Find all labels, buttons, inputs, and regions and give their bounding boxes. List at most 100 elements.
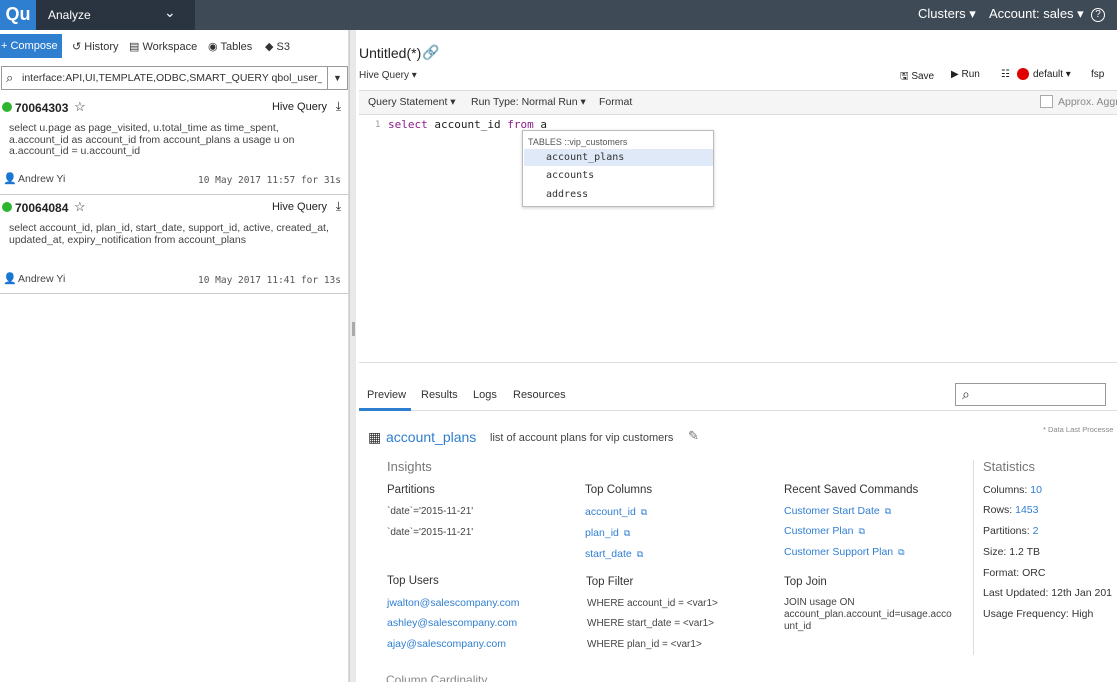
autocomplete-header: TABLES ::vip_customers	[528, 137, 628, 147]
preview-search-input[interactable]: ⌕	[955, 383, 1106, 406]
tab-preview[interactable]: Preview	[367, 389, 406, 401]
stat-rows: Rows: 1453	[983, 504, 1039, 516]
query-statement-dropdown[interactable]: Query Statement ▾	[368, 96, 456, 108]
user-icon: 👤	[3, 173, 17, 185]
stat-size: Size: 1.2 TB	[983, 546, 1041, 558]
tab-history[interactable]: ↺ History	[72, 40, 119, 53]
folder-icon: ▤	[129, 41, 140, 53]
history-icon: ↺	[72, 41, 82, 53]
top-filter-heading: Top Filter	[586, 576, 634, 588]
account-menu[interactable]: Account: sales ▾	[989, 6, 1084, 22]
tab-workspace[interactable]: ▤ Workspace	[129, 40, 197, 53]
star-icon[interactable]: ☆	[74, 99, 86, 115]
top-join-line: JOIN usage ON	[784, 597, 855, 608]
data-last-processed: * Data Last Processe	[1043, 425, 1114, 434]
insights-heading: Insights	[387, 459, 432, 474]
command-type: Hive Query	[271, 201, 327, 213]
cluster-icon: ☷	[1001, 69, 1010, 80]
partitions-count-link[interactable]: 2	[1033, 525, 1039, 537]
tab-s3[interactable]: ◆ S3	[265, 40, 290, 53]
approx-label: Approx. Aggr	[1058, 96, 1117, 108]
fsp-label[interactable]: fsp	[1091, 69, 1104, 80]
clusters-label: Clusters	[918, 6, 966, 21]
top-columns-heading: Top Columns	[585, 484, 653, 496]
recent-commands-heading: Recent Saved Commands	[784, 484, 919, 496]
recent-command-link[interactable]: Customer Start Date ⧉	[784, 505, 891, 517]
top-column-link[interactable]: account_id ⧉	[585, 506, 647, 518]
play-icon: ▶	[951, 69, 959, 80]
columns-count-link[interactable]: 10	[1030, 484, 1042, 496]
top-column-link[interactable]: start_date ⧉	[585, 548, 643, 560]
query-title[interactable]: Untitled(*)	[359, 45, 421, 61]
command-id[interactable]: 70064303	[15, 101, 68, 115]
top-join-heading: Top Join	[784, 576, 827, 588]
tab-results[interactable]: Results	[421, 389, 458, 401]
recent-command-link[interactable]: Customer Support Plan ⧉	[784, 546, 905, 558]
command-id[interactable]: 70064084	[15, 201, 68, 215]
run-button[interactable]: ▶ Run	[951, 69, 980, 80]
tab-logs[interactable]: Logs	[473, 389, 497, 401]
chevron-down-icon: ⌄	[164, 4, 176, 20]
search-icon: ⌕	[6, 70, 14, 85]
top-filter-item: WHERE plan_id = <var1>	[587, 639, 702, 650]
run-type-dropdown[interactable]: Run Type: Normal Run ▾	[471, 96, 586, 108]
top-user-link[interactable]: ashley@salescompany.com	[387, 617, 517, 629]
approx-checkbox[interactable]	[1040, 95, 1053, 108]
query-text: select account_id, plan_id, start_date, …	[9, 222, 329, 246]
chevron-down-icon[interactable]: ▼	[327, 67, 347, 89]
edit-icon[interactable]: ✎	[688, 428, 699, 444]
command-type-select[interactable]: Hive Query ▾	[359, 70, 417, 81]
stat-last-updated: Last Updated: 12th Jan 201	[983, 587, 1113, 599]
top-column-link[interactable]: plan_id ⧉	[585, 527, 630, 539]
top-user-link[interactable]: jwalton@salescompany.com	[387, 597, 519, 609]
compose-button[interactable]: + Compose	[0, 34, 62, 58]
star-icon[interactable]: ☆	[74, 199, 86, 215]
external-link-icon: ⧉	[898, 547, 905, 557]
rows-count-link[interactable]: 1453	[1015, 504, 1038, 516]
status-success-icon	[2, 202, 12, 212]
stat-usage-frequency: Usage Frequency: High	[983, 608, 1094, 620]
autocomplete-item[interactable]: accounts	[524, 167, 713, 184]
tabs-divider	[359, 410, 1117, 411]
table-name-link[interactable]: account_plans	[386, 429, 476, 445]
history-item[interactable]: 70064303 ☆ Hive Query ⤓ select u.page as…	[0, 96, 349, 195]
top-user-link[interactable]: ajay@salescompany.com	[387, 638, 506, 650]
link-icon[interactable]: 🔗	[422, 44, 439, 61]
clusters-menu[interactable]: Clusters ▾	[918, 6, 976, 22]
panel-resizer[interactable]	[349, 30, 356, 682]
command-type: Hive Query	[271, 101, 327, 113]
tab-resources[interactable]: Resources	[513, 389, 566, 401]
partitions-heading: Partitions	[387, 484, 435, 496]
account-label: Account: sales	[989, 6, 1074, 21]
help-icon[interactable]: ?	[1091, 8, 1105, 22]
download-icon[interactable]: ⤓	[336, 99, 341, 114]
timestamp: 10 May 2017 11:57 for 31s	[198, 175, 341, 186]
timestamp: 10 May 2017 11:41 for 13s	[198, 275, 341, 286]
table-description: list of account plans for vip customers	[490, 432, 674, 444]
cluster-select[interactable]: default ▾	[1033, 69, 1071, 80]
status-success-icon	[2, 102, 12, 112]
format-button[interactable]: Format	[599, 96, 632, 108]
logo[interactable]: Qu	[0, 0, 36, 30]
autocomplete-item[interactable]: account_plans	[524, 149, 713, 166]
user-name: Andrew Yi	[18, 173, 66, 185]
statistics-heading: Statistics	[983, 459, 1036, 474]
download-icon[interactable]: ⤓	[336, 199, 341, 214]
partition-item: `date`='2015-11-21'	[387, 527, 474, 538]
recent-command-link[interactable]: Customer Plan ⧉	[784, 525, 865, 537]
column-cardinality-heading: Column Cardinality	[386, 673, 488, 682]
analyze-menu[interactable]: Analyze ⌄	[36, 0, 195, 30]
save-icon: 🖫	[900, 71, 909, 82]
external-link-icon: ⧉	[636, 549, 644, 559]
tab-tables[interactable]: ◉ Tables	[208, 40, 252, 53]
history-item[interactable]: 70064084 ☆ Hive Query ⤓ select account_i…	[0, 196, 349, 294]
external-link-icon: ⧉	[623, 528, 631, 538]
save-button[interactable]: 🖫 Save	[900, 69, 934, 86]
line-number: 1	[375, 120, 381, 130]
autocomplete-item[interactable]: address	[524, 186, 713, 203]
code-editor[interactable]	[359, 116, 1117, 363]
top-filter-item: WHERE start_date = <var1>	[587, 618, 715, 629]
external-link-icon: ⧉	[640, 507, 648, 517]
external-link-icon: ⧉	[884, 506, 892, 516]
history-search-input[interactable]: ⌕ interface:API,UI,TEMPLATE,ODBC,SMART_Q…	[1, 66, 348, 90]
